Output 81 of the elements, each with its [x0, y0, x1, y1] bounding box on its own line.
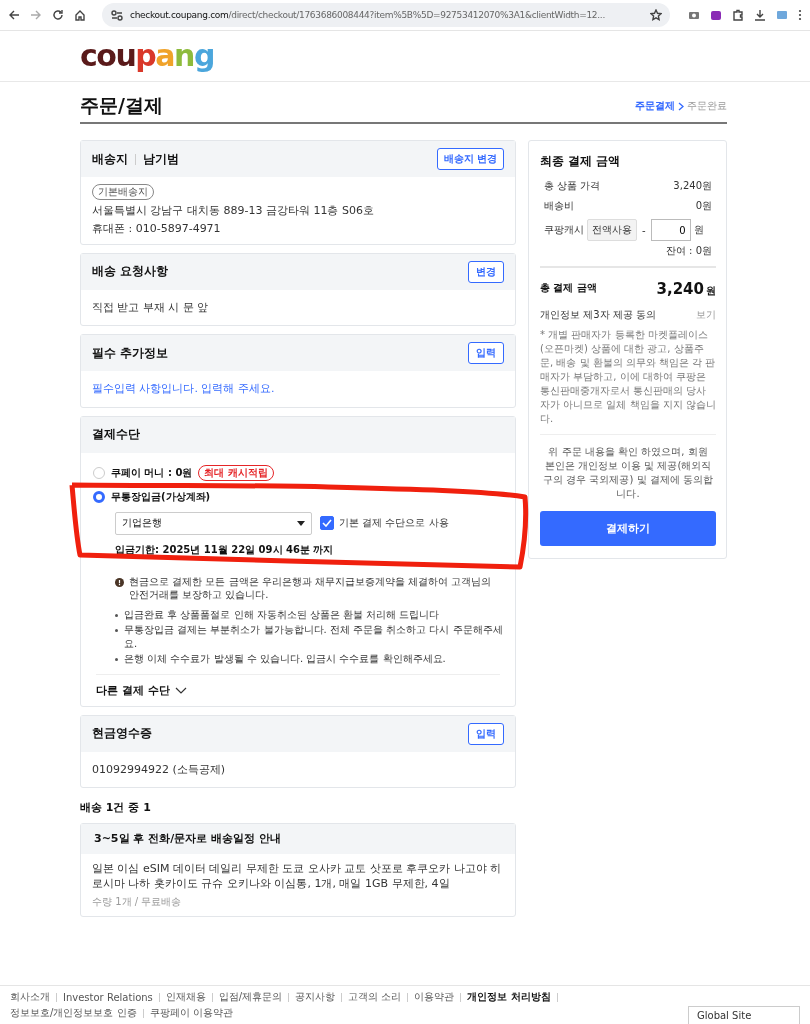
section-title: 배송 요청사항	[92, 263, 169, 281]
cash-balance: 잔여 : 0원	[664, 244, 713, 258]
footer-link[interactable]: 공지사항	[295, 990, 336, 1004]
change-button[interactable]: 변경	[468, 260, 504, 283]
info-icon[interactable]	[115, 577, 124, 587]
change-button[interactable]: 입력	[468, 722, 504, 745]
checkbox-label[interactable]: 기본 결제 수단으로 사용	[339, 516, 449, 531]
bullet-text: 입금완료 후 상품품절로 인해 자동취소된 상품은 환불 처리해 드립니다	[124, 607, 440, 622]
notice-text: 현금으로 결제한 모든 금액은 우리은행과 채무지급보증계약을 체결하여 고객님의 안전거래를 보장하고 있습니다.	[129, 574, 493, 602]
cash-input[interactable]: 0	[650, 219, 691, 241]
cash-label: 쿠팡캐시	[544, 223, 584, 237]
agreement-text: 위 주문 내용을 확인 하였으며, 회원 본인은 개인정보 이용 및 제공(해외직구의 경우 국외제공) 및 결제에 동의합니다.	[542, 445, 714, 501]
change-button[interactable]: 입력	[468, 342, 504, 365]
radio-button[interactable]	[93, 466, 105, 479]
address-bar[interactable]: checkout.coupang.com/direct/checkout/1763686008444?item%5B%5D=92753412070%3A1&clientWidth=12...	[102, 3, 670, 27]
home-icon[interactable]	[74, 9, 86, 21]
change-button[interactable]: 배송지 변경	[436, 148, 504, 170]
section-title: 현금영수증	[92, 725, 152, 743]
footer-link[interactable]: 이용약관	[414, 990, 455, 1004]
footer-link[interactable]: 인재채용	[165, 990, 206, 1004]
total-unit: 원	[706, 284, 716, 296]
total-label: 총 결제 금액	[540, 281, 597, 295]
product-name[interactable]: 일본 이심 eSIM 데이터 데일리 무제한 도쿄 오사카 교토 삿포로 후쿠오카 나고야 히로시마 나하 홋카이도 규슈 오키나와 이심통, 1개, 매일 1GB 무제한, 4일	[92, 860, 504, 892]
summary-title: 최종 결제 금액	[540, 153, 622, 170]
currency-unit: 원	[693, 223, 704, 237]
logo[interactable]: coupang	[80, 41, 214, 71]
dropdown-arrow-icon[interactable]	[297, 520, 305, 526]
site-settings-icon[interactable]	[110, 9, 124, 21]
step-label: 주문완료	[687, 99, 727, 113]
summary-label: 배송비	[544, 199, 574, 213]
extension-icon[interactable]	[710, 9, 722, 21]
deposit-deadline: 입금기한: 2025년 11월 22일 09시 46분 까지	[115, 542, 334, 557]
section-title: 필수 추가정보	[92, 344, 169, 362]
camera-icon[interactable]	[688, 9, 700, 21]
chevron-down-icon[interactable]	[174, 686, 187, 694]
recipient-name: 남기범	[143, 150, 179, 168]
total-amount: 3,240	[656, 279, 704, 298]
request-text: 직접 받고 부재 시 문 앞	[92, 299, 209, 316]
chevron-icon[interactable]	[678, 101, 684, 111]
payment-method-label[interactable]: 무통장입금(가상계좌)	[111, 489, 211, 504]
step-label: 주문결제	[635, 99, 675, 113]
address-text: 서울특별시 강남구 대치동 889-13 금강타워 11층 S06호	[92, 203, 374, 219]
footer-link[interactable]: 입점/제휴문의	[218, 990, 283, 1004]
download-icon[interactable]	[754, 9, 766, 21]
phone-text: 휴대폰 : 010-5897-4971	[92, 221, 221, 237]
page-title: 주문/결제	[80, 93, 163, 118]
footer-link[interactable]: 쿠팡페이 이용약관	[149, 1006, 233, 1020]
section-title: 배송지	[92, 150, 128, 168]
use-all-button[interactable]: 전액사용	[587, 219, 637, 241]
shipment-heading: 배송 1건 중 1	[80, 799, 152, 815]
section-title: 결제수단	[92, 426, 140, 444]
bank-select[interactable]: 기업은행	[115, 511, 312, 535]
disclaimer-text: * 개별 판매자가 등록한 마켓플레이스(오픈마켓) 상품에 대한 광고, 상품주문, 배송 및 환불의 의무와 책임은 각 판매자가 부담하고, 이에 대하여 쿠팡은 통신판매중개자로서 통신판매의 당사자가 아니므로 일체 책임을 지지 않습니다.	[540, 328, 716, 426]
radio-button[interactable]	[93, 490, 105, 503]
summary-value: 3,240원	[673, 179, 712, 193]
url-text: checkout.coupang.com/direct/checkout/1763686008444?item%5B%5D=92753412070%3A1&clientWidth=12...	[130, 10, 606, 20]
consent-label: 개인정보 제3자 제공 동의	[540, 308, 656, 322]
menu-icon[interactable]	[798, 9, 802, 21]
summary-value: 0원	[695, 199, 712, 213]
required-notice: 필수입력 사항입니다. 입력해 주세요.	[92, 381, 275, 398]
footer-link[interactable]: 회사소개	[10, 990, 50, 1004]
other-methods-toggle[interactable]: 다른 결제 수단	[96, 682, 187, 698]
puzzle-icon[interactable]	[732, 9, 744, 21]
reload-icon[interactable]	[52, 9, 64, 21]
shipment-title: 3~5일 후 전화/문자로 배송일정 안내	[81, 823, 515, 854]
footer-link[interactable]: 개인정보 처리방침	[467, 990, 551, 1004]
global-site-select[interactable]: Global Site	[688, 1006, 800, 1024]
footer-link[interactable]: Investor Relations	[63, 991, 153, 1003]
star-icon[interactable]	[650, 9, 662, 21]
receipt-text: 01092994922 (소득공제)	[92, 761, 226, 778]
minus-sign: -	[642, 224, 646, 236]
payment-method-label[interactable]: 쿠페이 머니 : 0원	[111, 465, 193, 480]
footer-link[interactable]: 정보보호/개인정보보호 인증	[10, 1006, 137, 1020]
checkbox[interactable]	[320, 516, 334, 531]
pay-button[interactable]: 결제하기	[540, 511, 716, 546]
summary-label: 총 상품 가격	[544, 179, 601, 193]
bullet-text: 은행 이체 수수료가 발생될 수 있습니다. 입금시 수수료를 확인해주세요.	[124, 652, 446, 666]
back-icon[interactable]	[8, 9, 20, 21]
bullet-text: 무통장입금 결제는 부분취소가 불가능합니다. 전체 주문을 취소하고 다시 주문해주세요.	[124, 623, 503, 651]
product-meta: 수량 1개 / 무료배송	[92, 894, 182, 909]
footer-link[interactable]: 고객의 소리	[348, 990, 402, 1004]
